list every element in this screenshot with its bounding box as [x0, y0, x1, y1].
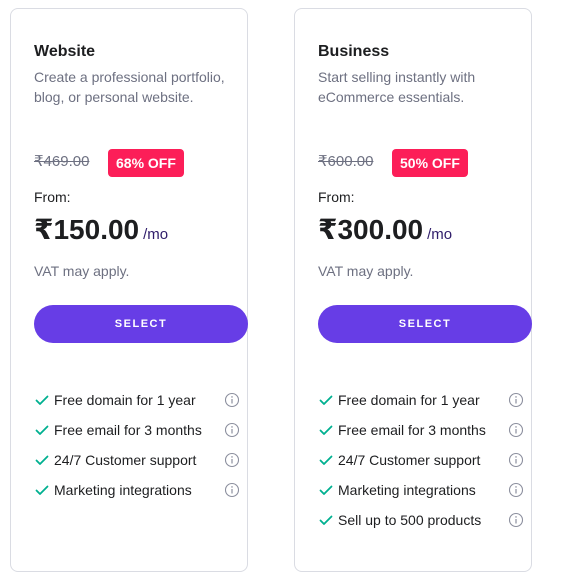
discount-badge: 68% OFF: [108, 149, 184, 177]
feature-item: Free email for 3 months: [34, 419, 246, 449]
feature-item: Sell up to 500 products: [318, 509, 530, 539]
check-icon: [35, 455, 49, 465]
price-period: /mo: [427, 226, 453, 243]
original-price: ₹469.00: [34, 153, 90, 170]
price-amount: ₹150.00: [34, 214, 140, 245]
vat-note: VAT may apply.: [34, 263, 130, 279]
feature-label: Free email for 3 months: [338, 422, 486, 438]
feature-list: Free domain for 1 year Free email for 3 …: [318, 389, 530, 539]
feature-label: Free domain for 1 year: [54, 392, 196, 408]
from-label: From:: [318, 189, 355, 205]
feature-item: 24/7 Customer support: [318, 449, 530, 479]
plan-price: ₹150.00/mo: [34, 213, 168, 246]
info-icon[interactable]: [508, 392, 524, 408]
feature-item: 24/7 Customer support: [34, 449, 246, 479]
plan-card-business: Business Start selling instantly with eC…: [294, 8, 532, 572]
check-icon: [319, 455, 333, 465]
select-button[interactable]: SELECT: [34, 305, 248, 343]
feature-label: Free domain for 1 year: [338, 392, 480, 408]
feature-label: Marketing integrations: [338, 482, 476, 498]
feature-item: Free domain for 1 year: [34, 389, 246, 419]
discount-badge: 50% OFF: [392, 149, 468, 177]
feature-list: Free domain for 1 year Free email for 3 …: [34, 389, 246, 509]
info-icon[interactable]: [224, 452, 240, 468]
check-icon: [35, 395, 49, 405]
check-icon: [35, 425, 49, 435]
price-period: /mo: [143, 226, 169, 243]
plan-price: ₹300.00/mo: [318, 213, 452, 246]
plan-title: Business: [318, 43, 390, 60]
feature-label: Sell up to 500 products: [338, 512, 482, 528]
feature-label: 24/7 Customer support: [54, 452, 197, 468]
check-icon: [35, 485, 49, 495]
info-icon[interactable]: [508, 452, 524, 468]
info-icon[interactable]: [224, 392, 240, 408]
check-icon: [319, 485, 333, 495]
plan-title: Website: [34, 43, 96, 60]
feature-item: Free domain for 1 year: [318, 389, 530, 419]
feature-item: Marketing integrations: [318, 479, 530, 509]
feature-item: Free email for 3 months: [318, 419, 530, 449]
info-icon[interactable]: [508, 482, 524, 498]
feature-label: 24/7 Customer support: [338, 452, 481, 468]
info-icon[interactable]: [508, 422, 524, 438]
feature-item: Marketing integrations: [34, 479, 246, 509]
pricing-plans: Website Create a professional portfolio,…: [0, 0, 565, 583]
feature-label: Free email for 3 months: [54, 422, 202, 438]
check-icon: [319, 515, 333, 525]
price-amount: ₹300.00: [318, 214, 424, 245]
from-label: From:: [34, 189, 71, 205]
original-price: ₹600.00: [318, 153, 374, 170]
plan-description: Create a professional portfolio, blog, o…: [34, 69, 225, 105]
plan-description: Start selling instantly with eCommerce e…: [318, 69, 476, 105]
info-icon[interactable]: [508, 512, 524, 528]
info-icon[interactable]: [224, 422, 240, 438]
plan-card-website: Website Create a professional portfolio,…: [10, 8, 248, 572]
check-icon: [319, 425, 333, 435]
select-button[interactable]: SELECT: [318, 305, 532, 343]
check-icon: [319, 395, 333, 405]
info-icon[interactable]: [224, 482, 240, 498]
feature-label: Marketing integrations: [54, 482, 192, 498]
vat-note: VAT may apply.: [318, 263, 414, 279]
